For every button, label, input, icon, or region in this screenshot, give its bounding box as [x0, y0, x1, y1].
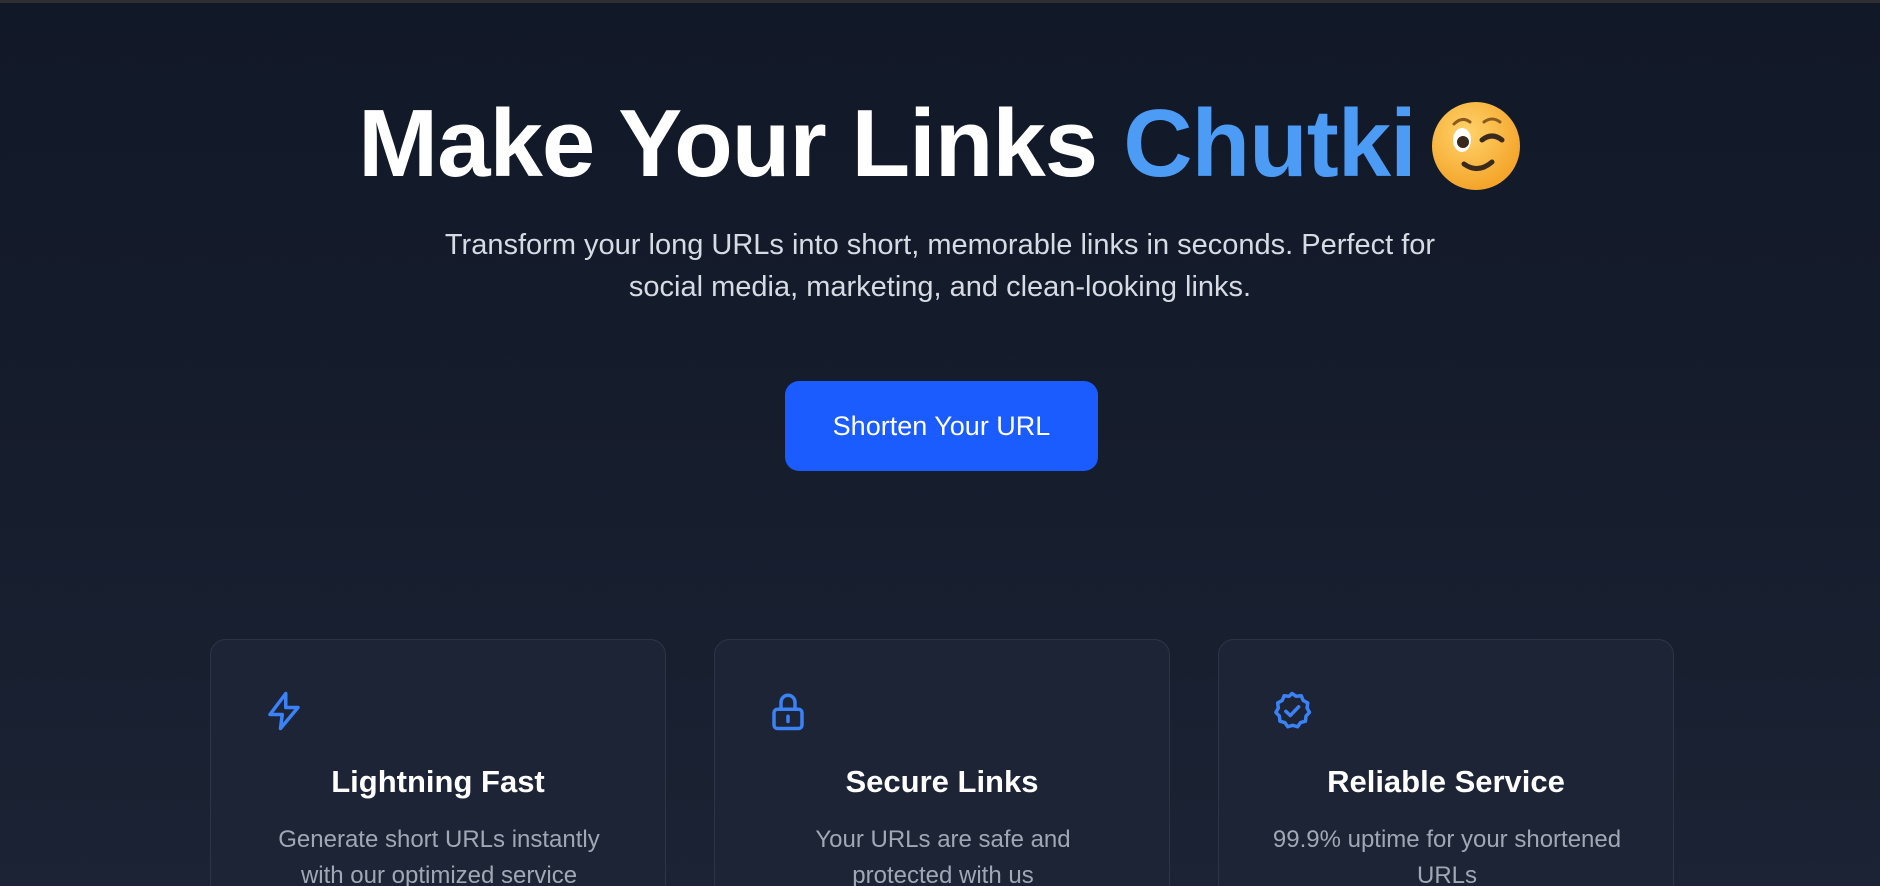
- feature-title: Reliable Service: [1327, 764, 1565, 799]
- feature-description: Generate short URLs instantly with our o…: [278, 826, 600, 886]
- headline-brand: Chutki: [1123, 90, 1417, 197]
- feature-title: Lightning Fast: [331, 764, 545, 799]
- shorten-url-button[interactable]: Shorten Your URL: [785, 381, 1098, 471]
- feature-card-reliable-service: Reliable Service 99.9% uptime for your s…: [1218, 639, 1674, 886]
- lightning-icon: [263, 690, 305, 732]
- hero-headline: Make Your Links Chutki: [0, 88, 1880, 200]
- hero-subtitle: Transform your long URLs into short, mem…: [444, 229, 1436, 303]
- winking-face-emoji-icon: [1430, 100, 1522, 192]
- feature-title: Secure Links: [845, 764, 1039, 799]
- badge-check-icon: [1271, 690, 1313, 732]
- headline-text: Make Your Links: [358, 90, 1098, 197]
- lock-icon: [767, 690, 809, 732]
- window-top-border: [0, 0, 1880, 3]
- feature-card-lightning-fast: Lightning Fast Generate short URLs insta…: [210, 639, 666, 886]
- feature-card-secure-links: Secure Links Your URLs are safe and prot…: [714, 639, 1170, 886]
- feature-description: Your URLs are safe and protected with us: [815, 826, 1071, 886]
- feature-description: 99.9% uptime for your shortened URLs: [1272, 826, 1622, 886]
